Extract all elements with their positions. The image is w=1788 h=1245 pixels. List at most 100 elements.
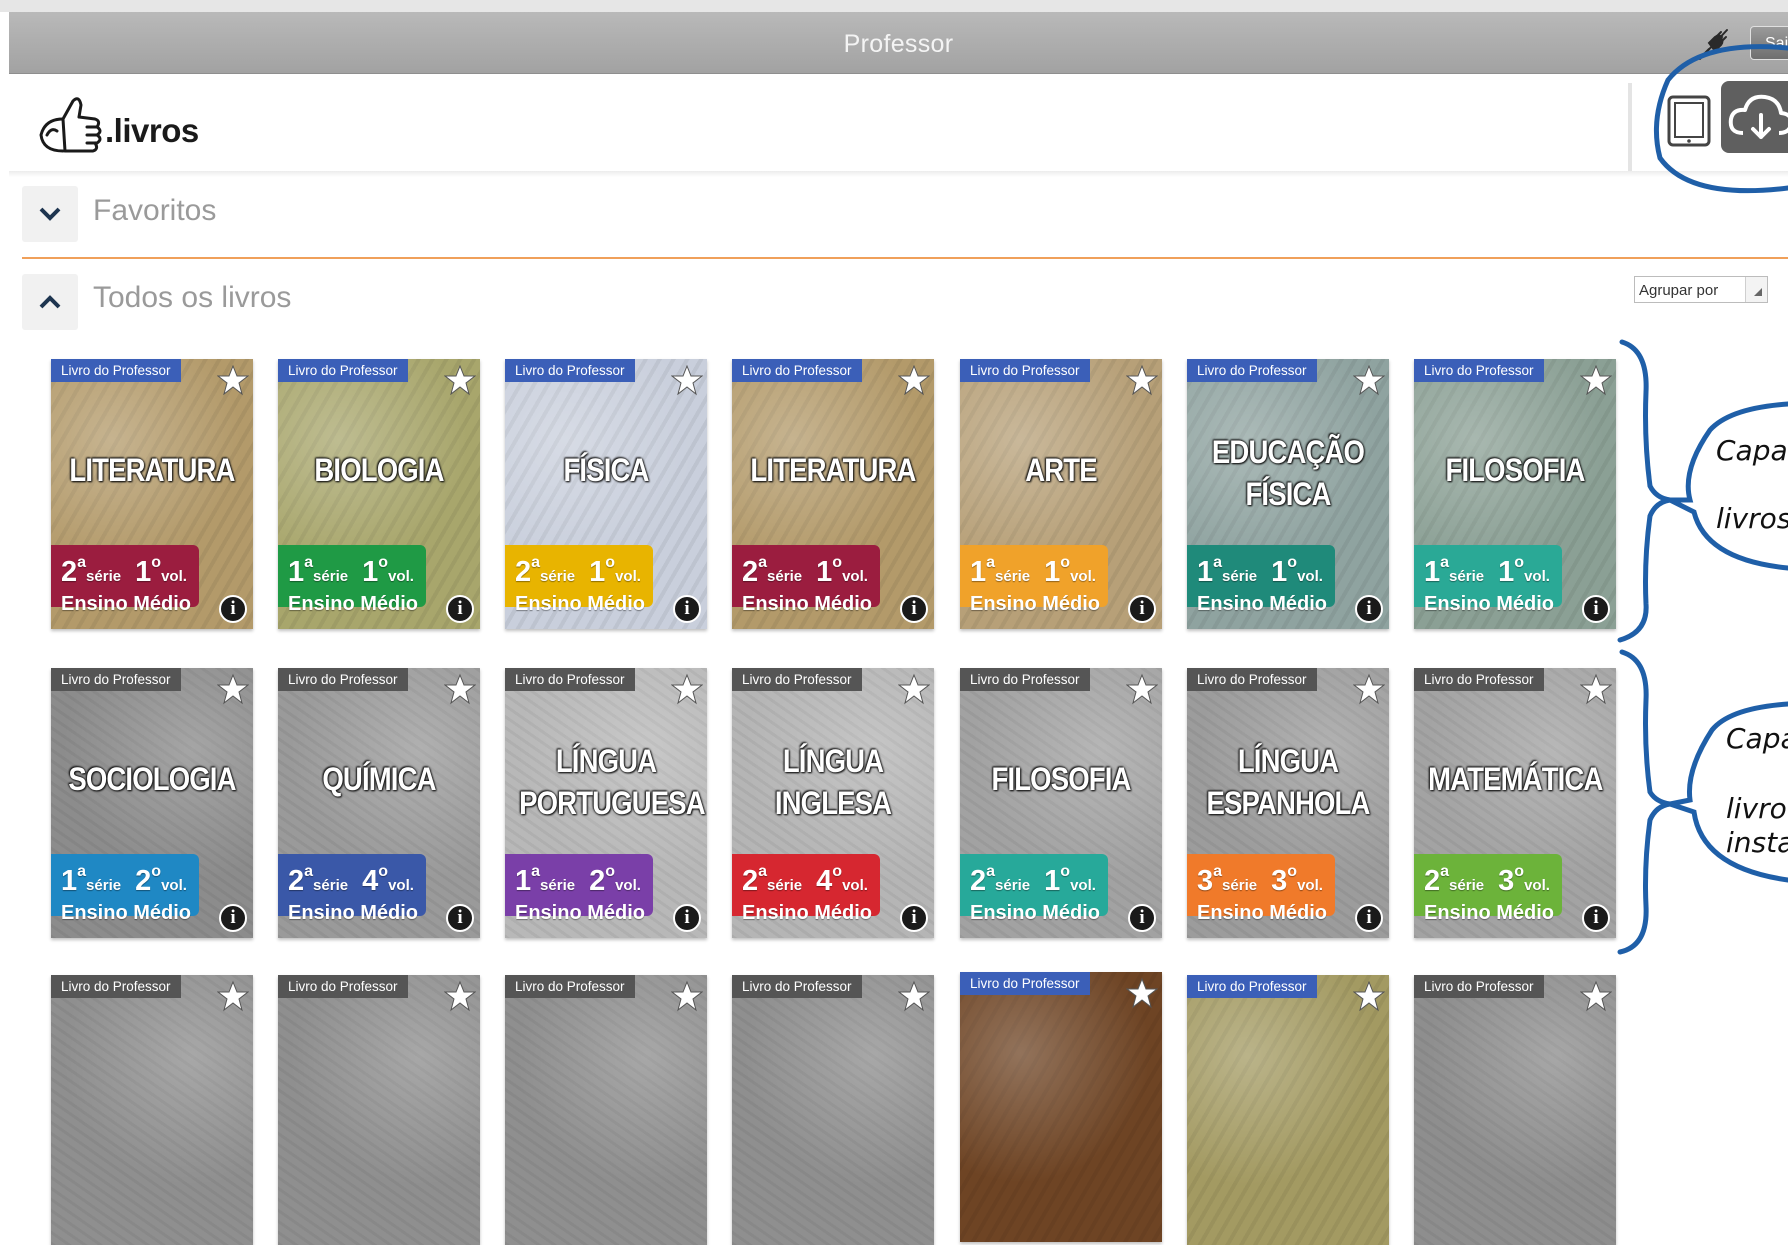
- annotation-1-line-1: Capa: [1716, 434, 1788, 467]
- annotation-2-line-2: livro: [1726, 792, 1787, 825]
- cloud-download-button[interactable]: [1721, 81, 1788, 153]
- book-grade-badge: 2asérie 1ovol. Ensino Médio: [51, 545, 199, 615]
- book-tag: Livro do Professor: [51, 668, 181, 691]
- book-grade-badge: 1asérie 1ovol. Ensino Médio: [1187, 545, 1335, 615]
- book-cover-image: [278, 975, 480, 1245]
- book-tag: Livro do Professor: [960, 668, 1090, 691]
- book-tag: Livro do Professor: [278, 668, 408, 691]
- book-card[interactable]: Livro do Professor: [278, 975, 480, 1245]
- book-tag: Livro do Professor: [1187, 975, 1317, 998]
- window-title: Professor: [843, 30, 954, 58]
- book-subject: MATEMÁTICA: [1428, 761, 1603, 797]
- annotation-2-line-1: Capa: [1726, 722, 1788, 755]
- info-icon[interactable]: i: [446, 595, 474, 623]
- book-card[interactable]: Livro do Professor SOCIOLOGIA 1asérie 2ovo…: [51, 668, 253, 938]
- book-card[interactable]: Livro do Professor FILOSOFIA 1asérie 1ovol…: [1414, 359, 1616, 629]
- info-icon[interactable]: i: [446, 904, 474, 932]
- book-card[interactable]: Livro do Professor EDUCAÇÃO FÍSICA 1asérie …: [1187, 359, 1389, 629]
- book-tag: Livro do Professor: [1187, 359, 1317, 382]
- info-icon[interactable]: i: [1355, 904, 1383, 932]
- favorites-toggle-button[interactable]: [22, 186, 78, 242]
- favorite-star-icon[interactable]: [443, 364, 477, 396]
- info-icon[interactable]: i: [1128, 595, 1156, 623]
- header-shadow: [9, 171, 1788, 177]
- book-card[interactable]: Livro do Professor: [1187, 975, 1389, 1245]
- favorite-star-icon[interactable]: [1352, 364, 1386, 396]
- book-card[interactable]: Livro do Professor: [732, 975, 934, 1245]
- cloud-download-icon: [1728, 94, 1788, 139]
- tablet-icon[interactable]: [1657, 89, 1721, 153]
- book-subject: ARTE: [1025, 452, 1097, 488]
- book-cover-image: [960, 972, 1162, 1242]
- book-cover-image: [505, 975, 707, 1245]
- book-card[interactable]: Livro do Professor FÍSICA 2asérie 1ovol. En…: [505, 359, 707, 629]
- disconnected-plug-icon[interactable]: [1694, 26, 1732, 64]
- book-card[interactable]: Livro do Professor BIOLOGIA 1asérie 1ovol.…: [278, 359, 480, 629]
- favorite-star-icon[interactable]: [1352, 980, 1386, 1012]
- book-tag: Livro do Professor: [278, 359, 408, 382]
- book-card[interactable]: Livro do Professor MATEMÁTICA 2asérie 3ovo…: [1414, 668, 1616, 938]
- info-icon[interactable]: i: [900, 904, 928, 932]
- logout-button[interactable]: Sair: [1750, 26, 1788, 60]
- group-by-select[interactable]: Agrupar por: [1634, 276, 1768, 303]
- info-icon[interactable]: i: [1582, 904, 1610, 932]
- favorite-star-icon[interactable]: [216, 980, 250, 1012]
- info-icon[interactable]: i: [219, 904, 247, 932]
- book-grade-badge: 1asérie 1ovol. Ensino Médio: [278, 545, 426, 615]
- book-card[interactable]: Livro do Professor LÍNGUA PORTUGUESA 1aséri…: [505, 668, 707, 938]
- book-grade-badge: 2asérie 4ovol. Ensino Médio: [732, 854, 880, 924]
- book-card[interactable]: Livro do Professor LITERATURA 2asérie 1ovo…: [51, 359, 253, 629]
- book-card[interactable]: Livro do Professor FILOSOFIA 2asérie 1ovol…: [960, 668, 1162, 938]
- book-tag: Livro do Professor: [505, 975, 635, 998]
- group-by-placeholder: Agrupar por: [1639, 282, 1719, 299]
- favorite-star-icon[interactable]: [1125, 977, 1159, 1009]
- book-grade-badge: 2asérie 1ovol. Ensino Médio: [960, 854, 1108, 924]
- book-subject: FILOSOFIA: [1445, 452, 1585, 488]
- book-grade-badge: 3asérie 3ovol. Ensino Médio: [1187, 854, 1335, 924]
- title-bar: Professor Sair: [9, 12, 1788, 74]
- annotation-bubble-1: [1668, 401, 1788, 571]
- all-books-toggle-button[interactable]: [22, 274, 78, 330]
- book-grade-badge: 2asérie 1ovol. Ensino Médio: [732, 545, 880, 615]
- favorite-star-icon[interactable]: [216, 673, 250, 705]
- favorite-star-icon[interactable]: [1352, 673, 1386, 705]
- book-grade-badge: 1asérie 2ovol. Ensino Médio: [51, 854, 199, 924]
- favorite-star-icon[interactable]: [897, 980, 931, 1012]
- info-icon[interactable]: i: [219, 595, 247, 623]
- book-card[interactable]: Livro do Professor: [51, 975, 253, 1245]
- favorite-star-icon[interactable]: [1579, 980, 1613, 1012]
- book-card[interactable]: Livro do Professor LITERATURA 2asérie 1ovo…: [732, 359, 934, 629]
- book-grade-badge: 2asérie 3ovol. Ensino Médio: [1414, 854, 1562, 924]
- favorite-star-icon[interactable]: [670, 980, 704, 1012]
- info-icon[interactable]: i: [1128, 904, 1156, 932]
- book-card[interactable]: Livro do Professor: [505, 975, 707, 1245]
- info-icon[interactable]: i: [1582, 595, 1610, 623]
- favorite-star-icon[interactable]: [1579, 364, 1613, 396]
- favorite-star-icon[interactable]: [897, 673, 931, 705]
- book-subject: FÍSICA: [563, 452, 649, 488]
- book-card[interactable]: Livro do Professor: [1414, 975, 1616, 1245]
- book-grade-badge: 1asérie 1ovol. Ensino Médio: [1414, 545, 1562, 615]
- favorite-star-icon[interactable]: [897, 364, 931, 396]
- book-tag: Livro do Professor: [51, 359, 181, 382]
- info-icon[interactable]: i: [673, 595, 701, 623]
- book-card[interactable]: Livro do Professor ARTE 1asérie 1ovol. Ensi…: [960, 359, 1162, 629]
- favorite-star-icon[interactable]: [1579, 673, 1613, 705]
- book-tag: Livro do Professor: [960, 972, 1090, 995]
- favorite-star-icon[interactable]: [1125, 364, 1159, 396]
- info-icon[interactable]: i: [673, 904, 701, 932]
- info-icon[interactable]: i: [900, 595, 928, 623]
- book-card[interactable]: Livro do Professor: [960, 972, 1162, 1242]
- favorite-star-icon[interactable]: [670, 673, 704, 705]
- favorite-star-icon[interactable]: [670, 364, 704, 396]
- favorite-star-icon[interactable]: [1125, 673, 1159, 705]
- info-icon[interactable]: i: [1355, 595, 1383, 623]
- favorite-star-icon[interactable]: [443, 673, 477, 705]
- favorite-star-icon[interactable]: [443, 980, 477, 1012]
- favorite-star-icon[interactable]: [216, 364, 250, 396]
- header-divider: [1628, 83, 1632, 171]
- book-card[interactable]: Livro do Professor LÍNGUA INGLESA 2asérie 4…: [732, 668, 934, 938]
- book-card[interactable]: Livro do Professor QUÍMICA 2asérie 4ovol. E…: [278, 668, 480, 938]
- book-grade-badge: 1asérie 2ovol. Ensino Médio: [505, 854, 653, 924]
- book-card[interactable]: Livro do Professor LÍNGUA ESPANHOLA 3asérie…: [1187, 668, 1389, 938]
